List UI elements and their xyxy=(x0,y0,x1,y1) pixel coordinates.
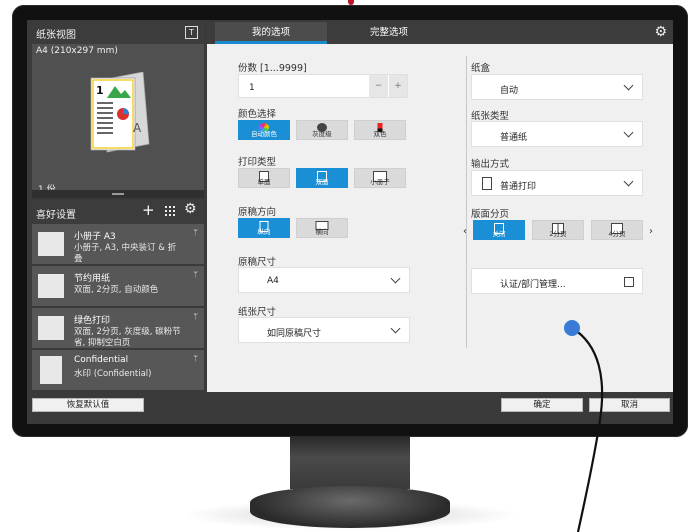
pointer-overlay xyxy=(564,320,604,532)
pointer-cable xyxy=(571,327,604,532)
touch-pointer-icon xyxy=(564,320,580,336)
